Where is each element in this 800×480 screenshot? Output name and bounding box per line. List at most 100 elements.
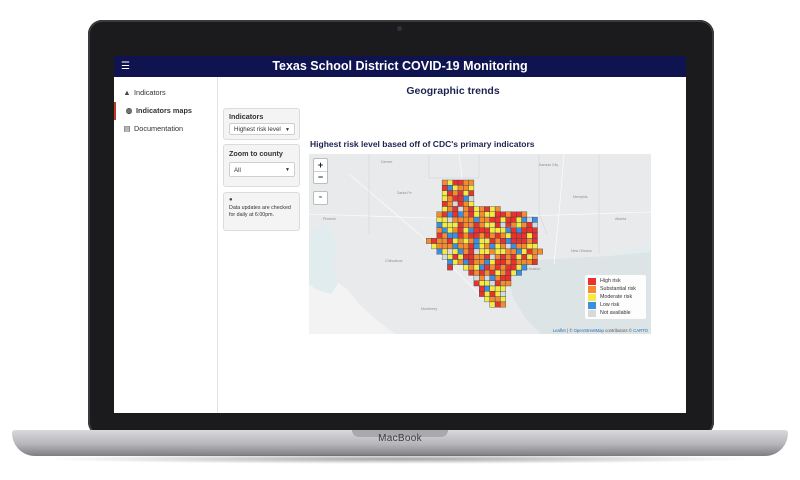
- county-tile[interactable]: [516, 222, 522, 228]
- county-tile[interactable]: [457, 232, 464, 239]
- county-tile[interactable]: [441, 179, 448, 186]
- county-tile[interactable]: [494, 227, 501, 234]
- county-tile[interactable]: [468, 216, 475, 223]
- county-tile[interactable]: [473, 243, 480, 250]
- county-tile[interactable]: [479, 232, 485, 239]
- county-tile[interactable]: [457, 243, 464, 250]
- county-tile[interactable]: [516, 248, 522, 255]
- county-tile[interactable]: [473, 211, 480, 218]
- county-tile[interactable]: [505, 243, 512, 250]
- county-tile[interactable]: [447, 216, 453, 223]
- county-tile[interactable]: [452, 222, 459, 228]
- county-tile[interactable]: [473, 264, 480, 271]
- county-tile[interactable]: [521, 232, 528, 239]
- county-tile[interactable]: [426, 238, 432, 244]
- county-tile[interactable]: [447, 243, 453, 250]
- county-tile[interactable]: [479, 211, 485, 218]
- sidebar-item-documentation[interactable]: ▤ Documentation: [114, 120, 217, 138]
- county-tile[interactable]: [479, 285, 485, 292]
- county-tile[interactable]: [447, 179, 453, 186]
- county-tile[interactable]: [521, 259, 528, 265]
- county-tile[interactable]: [500, 211, 506, 218]
- county-tile[interactable]: [505, 254, 512, 260]
- county-tile[interactable]: [532, 238, 538, 244]
- county-tile[interactable]: [484, 238, 490, 244]
- county-tile[interactable]: [489, 296, 496, 303]
- county-tile[interactable]: [484, 285, 490, 292]
- county-tile[interactable]: [516, 232, 522, 239]
- county-tile[interactable]: [479, 259, 485, 265]
- county-tile[interactable]: [468, 227, 475, 234]
- county-tile[interactable]: [431, 238, 437, 244]
- county-tile[interactable]: [484, 275, 490, 281]
- county-tile[interactable]: [484, 243, 490, 250]
- county-tile[interactable]: [447, 254, 453, 260]
- choropleth-map[interactable]: Denver Kansas City Santa Fe Phoenix Dall…: [309, 154, 651, 334]
- county-tile[interactable]: [484, 211, 490, 218]
- county-tile[interactable]: [463, 211, 469, 218]
- county-tile[interactable]: [500, 222, 506, 228]
- county-tile[interactable]: [468, 232, 475, 239]
- county-tile[interactable]: [479, 227, 485, 234]
- county-tile[interactable]: [494, 206, 501, 212]
- county-tile[interactable]: [457, 238, 464, 244]
- county-tile[interactable]: [500, 291, 506, 297]
- county-tile[interactable]: [500, 259, 506, 265]
- county-tile[interactable]: [468, 190, 475, 197]
- county-tile[interactable]: [505, 248, 512, 255]
- county-tile[interactable]: [526, 248, 533, 255]
- county-tile[interactable]: [484, 264, 490, 271]
- county-tile[interactable]: [468, 248, 475, 255]
- county-tile[interactable]: [457, 259, 464, 265]
- county-tile[interactable]: [473, 275, 480, 281]
- county-tile[interactable]: [489, 275, 496, 281]
- county-tile[interactable]: [441, 206, 448, 212]
- county-tile[interactable]: [479, 248, 485, 255]
- county-tile[interactable]: [484, 254, 490, 260]
- county-tile[interactable]: [468, 222, 475, 228]
- county-tile[interactable]: [500, 248, 506, 255]
- county-tile[interactable]: [463, 243, 469, 250]
- county-tile[interactable]: [521, 216, 528, 223]
- county-tile[interactable]: [441, 232, 448, 239]
- county-tile[interactable]: [494, 243, 501, 250]
- county-tile[interactable]: [473, 216, 480, 223]
- county-tile[interactable]: [479, 269, 485, 276]
- sidebar-item-indicators-maps[interactable]: ◍ Indicators maps: [114, 102, 219, 120]
- county-tile[interactable]: [479, 222, 485, 228]
- county-tile[interactable]: [463, 259, 469, 265]
- county-tile[interactable]: [484, 232, 490, 239]
- county-tile[interactable]: [526, 243, 533, 250]
- county-tile[interactable]: [463, 238, 469, 244]
- county-tile[interactable]: [447, 206, 453, 212]
- county-tile[interactable]: [436, 243, 443, 250]
- county-tile[interactable]: [489, 211, 496, 218]
- county-tile[interactable]: [494, 222, 501, 228]
- county-tile[interactable]: [452, 206, 459, 212]
- county-tile[interactable]: [463, 195, 469, 202]
- county-tile[interactable]: [516, 254, 522, 260]
- county-tile[interactable]: [500, 280, 506, 287]
- county-tile[interactable]: [489, 248, 496, 255]
- county-tile[interactable]: [479, 280, 485, 287]
- county-tile[interactable]: [452, 254, 459, 260]
- county-tile[interactable]: [457, 227, 464, 234]
- county-tile[interactable]: [468, 269, 475, 276]
- county-tile[interactable]: [441, 201, 448, 207]
- county-tile[interactable]: [468, 185, 475, 191]
- county-tile[interactable]: [479, 216, 485, 223]
- county-tile[interactable]: [532, 259, 538, 265]
- county-tile[interactable]: [494, 259, 501, 265]
- county-tile[interactable]: [484, 248, 490, 255]
- county-select[interactable]: All ▼: [229, 162, 295, 177]
- county-tile[interactable]: [510, 269, 517, 276]
- county-tile[interactable]: [457, 222, 464, 228]
- county-tile[interactable]: [457, 185, 464, 191]
- county-tile[interactable]: [457, 201, 464, 207]
- county-tile[interactable]: [505, 238, 512, 244]
- county-tile[interactable]: [500, 216, 506, 223]
- county-tile[interactable]: [521, 238, 528, 244]
- county-tile[interactable]: [484, 291, 490, 297]
- county-tile[interactable]: [457, 254, 464, 260]
- county-tile[interactable]: [452, 216, 459, 223]
